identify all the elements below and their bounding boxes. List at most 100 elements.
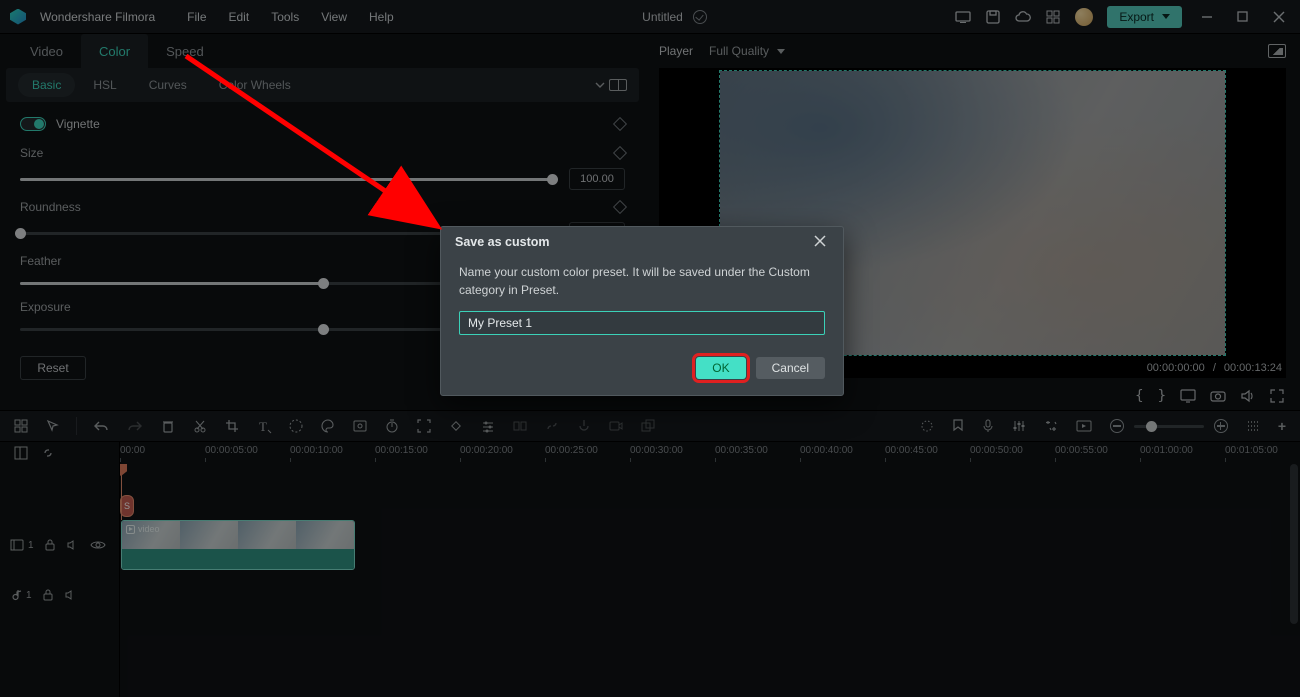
vertical-scrollbar[interactable] (1288, 464, 1298, 695)
video-track[interactable]: video (120, 520, 1300, 570)
subtab-color-wheels[interactable]: Color Wheels (205, 73, 305, 97)
delete-icon[interactable] (161, 419, 175, 433)
cloud-icon[interactable] (1015, 9, 1031, 25)
dialog-close-button[interactable] (811, 235, 829, 250)
reset-button[interactable]: Reset (20, 356, 86, 380)
grid-icon[interactable] (14, 419, 28, 433)
marker-icon[interactable] (952, 419, 964, 433)
timecode-sep: / (1213, 362, 1216, 374)
mic-icon[interactable] (982, 419, 994, 433)
size-slider[interactable] (20, 172, 553, 186)
thumbnail-view-icon[interactable] (14, 446, 28, 460)
keyframe-icon[interactable] (449, 419, 463, 433)
ruler-tick: 00:00:40:00 (800, 445, 853, 456)
mark-out-icon[interactable]: } (1158, 388, 1166, 404)
stopwatch-icon[interactable] (385, 419, 399, 433)
menu-edit[interactable]: Edit (229, 10, 250, 24)
effects-icon[interactable] (1044, 419, 1058, 433)
window-minimize-button[interactable] (1196, 6, 1218, 28)
audio-track[interactable] (120, 570, 1300, 620)
menu-view[interactable]: View (321, 10, 347, 24)
detach-icon[interactable] (545, 419, 559, 433)
timecode-duration: 00:00:13:24 (1224, 362, 1282, 374)
timeline-body[interactable]: 00:0000:00:05:0000:00:10:0000:00:15:0000… (120, 442, 1300, 697)
undo-icon[interactable] (93, 419, 109, 433)
audio-track-header[interactable]: 1 (0, 570, 119, 620)
lock-icon[interactable] (44, 538, 56, 552)
marker-toggle-icon[interactable] (920, 419, 934, 433)
zoom-out-button[interactable] (1110, 419, 1124, 433)
apps-icon[interactable] (1045, 9, 1061, 25)
title-bar: Wondershare Filmora File Edit Tools View… (0, 0, 1300, 34)
window-maximize-button[interactable] (1232, 6, 1254, 28)
zoom-in-button[interactable] (1214, 419, 1228, 433)
greenscreen-icon[interactable] (353, 419, 367, 433)
user-avatar[interactable] (1075, 8, 1093, 26)
lock-icon[interactable] (42, 588, 54, 602)
compare-view-icon[interactable] (609, 79, 627, 91)
snapshot-icon[interactable] (1268, 44, 1286, 58)
split-icon[interactable] (513, 419, 527, 433)
speed-circle-icon[interactable] (289, 419, 303, 433)
add-track-icon[interactable]: + (1278, 418, 1286, 434)
mark-in-icon[interactable]: { (1135, 388, 1143, 404)
param-size: Size 100.00 (20, 146, 625, 190)
menu-tools[interactable]: Tools (271, 10, 299, 24)
vignette-toggle[interactable] (20, 117, 46, 131)
redo-icon[interactable] (127, 419, 143, 433)
effect-marker[interactable]: S (120, 495, 134, 517)
display-icon[interactable] (1180, 389, 1196, 403)
crop-icon[interactable] (225, 419, 239, 433)
mute-icon[interactable] (64, 589, 78, 601)
voiceover-icon[interactable] (577, 419, 591, 433)
text-icon[interactable]: T (257, 419, 271, 433)
menu-file[interactable]: File (187, 10, 206, 24)
subtab-curves[interactable]: Curves (135, 73, 201, 97)
time-ruler[interactable]: 00:0000:00:05:0000:00:10:0000:00:15:0000… (120, 442, 1300, 464)
list-icon[interactable] (1246, 419, 1260, 433)
exposure-label: Exposure (20, 300, 71, 314)
render-icon[interactable] (1076, 420, 1092, 432)
menu-help[interactable]: Help (369, 10, 394, 24)
section-reset-icon[interactable] (613, 117, 627, 131)
subtab-basic[interactable]: Basic (18, 73, 75, 97)
quality-dropdown[interactable]: Full Quality (709, 44, 785, 58)
tab-color[interactable]: Color (81, 34, 148, 68)
app-name: Wondershare Filmora (40, 10, 155, 24)
export-button[interactable]: Export (1107, 6, 1182, 28)
chevron-down-icon[interactable] (595, 80, 605, 90)
chevron-down-icon (1162, 14, 1170, 19)
pointer-icon[interactable] (46, 419, 60, 433)
record-icon[interactable] (609, 419, 623, 433)
mixer-icon[interactable] (1012, 419, 1026, 433)
fullscreen-icon[interactable] (1270, 389, 1286, 403)
focus-icon[interactable] (417, 419, 431, 433)
cut-icon[interactable] (193, 419, 207, 433)
camera-icon[interactable] (1210, 389, 1226, 403)
window-close-button[interactable] (1268, 6, 1290, 28)
ok-button[interactable]: OK (696, 357, 745, 379)
tab-speed[interactable]: Speed (148, 34, 222, 68)
size-value[interactable]: 100.00 (569, 168, 625, 190)
link-icon[interactable] (40, 447, 56, 459)
video-clip[interactable]: video (121, 520, 355, 570)
tab-video[interactable]: Video (12, 34, 81, 68)
zoom-slider[interactable] (1134, 425, 1204, 428)
subtab-hsl[interactable]: HSL (79, 73, 130, 97)
save-icon[interactable] (985, 9, 1001, 25)
eye-icon[interactable] (90, 539, 106, 551)
play-icon (126, 525, 135, 534)
volume-icon[interactable] (1240, 389, 1256, 403)
preset-name-input[interactable] (459, 311, 825, 335)
device-icon[interactable] (955, 9, 971, 25)
mute-icon[interactable] (66, 539, 80, 551)
reset-size-icon[interactable] (613, 146, 627, 160)
adjust-icon[interactable] (481, 419, 495, 433)
export-label: Export (1119, 10, 1154, 24)
video-track-header[interactable]: 1 (0, 520, 119, 570)
palette-icon[interactable] (321, 419, 335, 433)
reset-roundness-icon[interactable] (613, 200, 627, 214)
group-icon[interactable] (641, 419, 655, 433)
playhead[interactable] (121, 464, 122, 520)
cancel-button[interactable]: Cancel (756, 357, 825, 379)
